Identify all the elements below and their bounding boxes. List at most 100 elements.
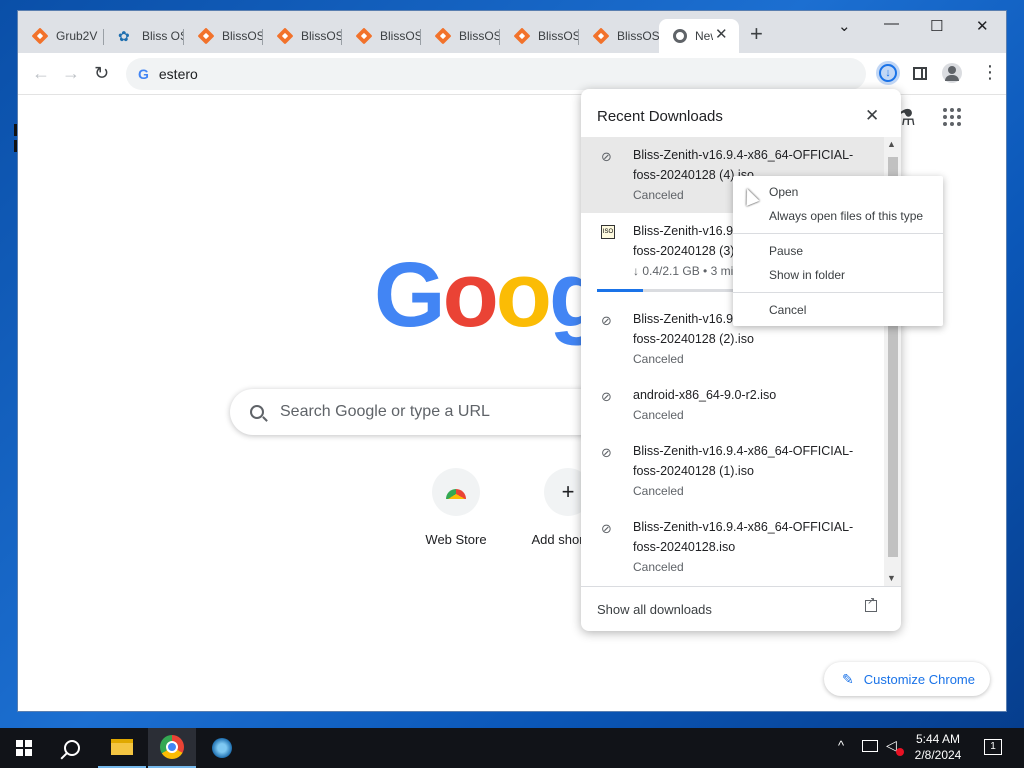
- diamond-icon: [197, 27, 215, 45]
- tab-title: BlissOS: [222, 29, 263, 43]
- download-status: Canceled: [633, 560, 684, 574]
- profile-avatar-icon[interactable]: [942, 63, 962, 83]
- downloads-footer[interactable]: Show all downloads: [581, 586, 901, 631]
- downloads-title: Recent Downloads: [597, 108, 723, 125]
- notification-center-icon[interactable]: 1: [984, 739, 1002, 755]
- download-item[interactable]: ⊘ android-x86_64-9.0-r2.iso Canceled: [581, 377, 884, 433]
- shortcut-label: Web Store: [425, 532, 487, 547]
- download-status: Canceled: [633, 188, 684, 202]
- taskbar: ^ ◁ 5:44 AM 2/8/2024 1: [0, 728, 1024, 768]
- tab-grub2v[interactable]: Grub2V: [18, 23, 104, 49]
- canceled-file-icon: ⊘: [601, 445, 612, 460]
- tab-close-icon[interactable]: ✕: [715, 25, 728, 43]
- show-all-downloads-link[interactable]: Show all downloads: [597, 602, 712, 617]
- search-icon: [64, 740, 80, 756]
- download-item[interactable]: ⊘ Bliss-Zenith-v16.9.4-x86_64-OFFICIAL-f…: [581, 509, 884, 585]
- tab-title: New: [695, 29, 713, 43]
- clock-date: 2/8/2024: [914, 748, 962, 762]
- shortcut-web-store[interactable]: Web Store: [406, 468, 506, 547]
- web-store-icon: [432, 468, 480, 516]
- new-tab-button[interactable]: +: [750, 23, 763, 45]
- taskbar-file-explorer[interactable]: [98, 728, 146, 768]
- canceled-file-icon: ⊘: [601, 313, 612, 328]
- tab-blissos-5[interactable]: BlissOS: [500, 23, 579, 49]
- menu-item-show-in-folder[interactable]: Show in folder: [769, 268, 845, 282]
- minimize-button[interactable]: —: [884, 15, 899, 32]
- tab-blissos-1[interactable]: BlissOS: [184, 23, 263, 49]
- menu-item-pause[interactable]: Pause: [769, 244, 803, 258]
- maximize-button[interactable]: ☐: [930, 17, 943, 35]
- search-icon: [250, 405, 264, 419]
- download-status: Canceled: [633, 352, 684, 366]
- iso-file-icon: ISO: [601, 225, 615, 239]
- tab-blissos-4[interactable]: BlissOS: [421, 23, 500, 49]
- download-filename: Bliss-Zenith-v16.9.4-x86_64-OFFICIAL-fos…: [633, 520, 854, 554]
- diamond-icon: [592, 27, 610, 45]
- canceled-file-icon: ⊘: [601, 521, 612, 536]
- windows-logo-icon: [16, 740, 32, 756]
- bliss-app-icon: [212, 738, 232, 758]
- folder-icon: [111, 739, 133, 755]
- google-logo: Goog: [374, 244, 605, 346]
- menu-divider: [733, 233, 943, 234]
- customize-chrome-button[interactable]: ✎ Customize Chrome: [824, 662, 990, 696]
- google-g-icon: G: [138, 66, 149, 82]
- canceled-file-icon: ⊘: [601, 389, 612, 404]
- active-tab-content: New: [659, 23, 713, 49]
- tab-search-chevron-icon[interactable]: ⌄: [838, 17, 851, 35]
- network-icon[interactable]: [862, 740, 878, 752]
- open-external-icon: [865, 596, 877, 612]
- download-status: ↓ 0.4/2.1 GB • 3 min: [633, 264, 740, 278]
- tab-title: BlissOS: [380, 29, 421, 43]
- download-status: Canceled: [633, 484, 684, 498]
- menu-item-always-open[interactable]: Always open files of this type: [769, 209, 923, 223]
- clock-time: 5:44 AM: [915, 732, 961, 746]
- apps-grid-icon[interactable]: [943, 108, 961, 126]
- taskbar-chrome[interactable]: [148, 728, 196, 768]
- search-placeholder: Search Google or type a URL: [280, 403, 490, 420]
- tray-chevron-up-icon[interactable]: ^: [838, 738, 844, 753]
- menu-item-cancel[interactable]: Cancel: [769, 303, 806, 317]
- tab-title: BlissOS: [538, 29, 579, 43]
- download-context-menu: Open Always open files of this type Paus…: [733, 176, 943, 326]
- scroll-up-arrow-icon[interactable]: ▲: [887, 139, 896, 149]
- taskbar-search-button[interactable]: [48, 728, 96, 768]
- tab-blissos-3[interactable]: BlissOS: [342, 23, 421, 49]
- diamond-icon: [513, 27, 531, 45]
- close-icon[interactable]: ✕: [865, 106, 879, 126]
- downloads-bubble: Recent Downloads ✕ ⊘ Bliss-Zenith-v16.9.…: [581, 89, 901, 631]
- system-clock[interactable]: 5:44 AM 2/8/2024: [906, 731, 970, 763]
- tab-blissos-2[interactable]: BlissOS: [263, 23, 342, 49]
- desktop-icons-edge: [0, 120, 18, 180]
- canceled-file-icon: ⊘: [601, 149, 612, 164]
- tab-strip: Grub2V ✿ Bliss OS BlissOS BlissOS BlissO…: [18, 11, 1006, 53]
- forward-arrow-icon[interactable]: →: [62, 63, 80, 84]
- tab-title: Bliss OS: [142, 29, 184, 43]
- bliss-icon: ✿: [118, 28, 130, 44]
- back-arrow-icon[interactable]: ←: [32, 63, 50, 84]
- address-text: estero: [158, 66, 198, 82]
- tab-title: BlissOS: [617, 29, 659, 43]
- side-panel-icon[interactable]: [913, 67, 927, 80]
- pencil-icon: ✎: [842, 670, 854, 687]
- download-arrow-icon: ↓: [879, 64, 897, 82]
- menu-item-open[interactable]: Open: [769, 185, 798, 199]
- more-menu-icon[interactable]: ⋮: [981, 63, 999, 81]
- menu-divider: [733, 292, 943, 293]
- chrome-icon: [160, 735, 184, 759]
- reload-icon[interactable]: ↻: [94, 63, 109, 84]
- address-bar[interactable]: G estero: [126, 58, 866, 90]
- download-filename: Bliss-Zenith-v16.9.4-x86_64-OFFICIAL-fos…: [633, 444, 854, 478]
- tab-title: Grub2V: [56, 29, 98, 43]
- download-filename: android-x86_64-9.0-r2.iso: [633, 388, 777, 402]
- chrome-icon: [673, 29, 687, 43]
- scroll-down-arrow-icon[interactable]: ▼: [887, 573, 896, 583]
- tab-bliss-os[interactable]: ✿ Bliss OS: [104, 23, 184, 49]
- download-item[interactable]: ⊘ Bliss-Zenith-v16.9.4-x86_64-OFFICIAL-f…: [581, 433, 884, 509]
- taskbar-bliss-app[interactable]: [198, 728, 246, 768]
- downloads-button[interactable]: ↓: [876, 61, 900, 85]
- close-window-button[interactable]: ✕: [976, 17, 989, 35]
- tab-blissos-6[interactable]: BlissOS: [579, 23, 659, 49]
- muted-badge-icon: [896, 748, 904, 756]
- start-button[interactable]: [0, 728, 48, 768]
